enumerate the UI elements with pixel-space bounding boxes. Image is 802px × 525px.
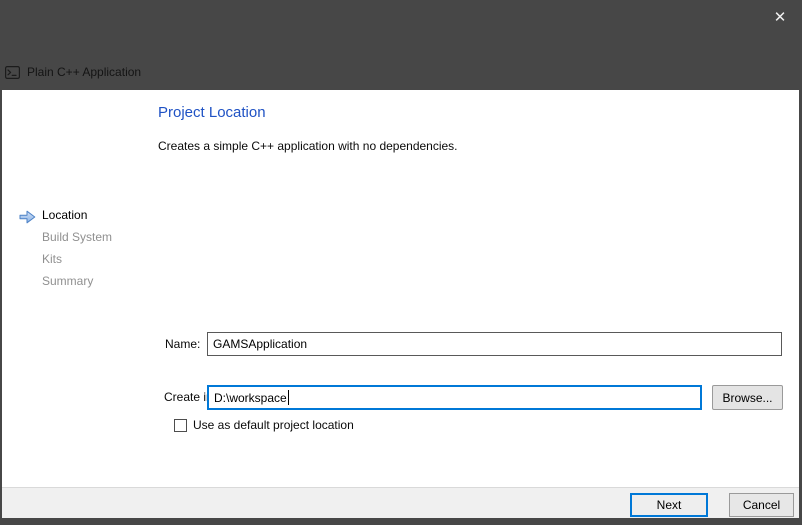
window-border-left <box>0 0 2 525</box>
create-in-input-value: D:\workspace <box>214 391 287 405</box>
default-location-row: Use as default project location <box>174 418 354 432</box>
dialog-button-strip: Next Cancel <box>0 487 802 518</box>
window-footer-bar <box>0 518 802 525</box>
browse-button[interactable]: Browse... <box>712 385 783 410</box>
page-description: Creates a simple C++ application with no… <box>158 139 458 153</box>
name-label: Name: <box>165 337 200 351</box>
wizard-dialog: ✕ Plain C++ Application Location Build S… <box>0 0 802 525</box>
create-in-input[interactable]: D:\workspace <box>207 385 702 410</box>
wizard-title: Plain C++ Application <box>27 65 141 79</box>
wizard-banner: Plain C++ Application <box>5 65 141 79</box>
wizard-header: ✕ Plain C++ Application <box>0 0 802 90</box>
step-summary[interactable]: Summary <box>42 270 112 292</box>
default-location-checkbox[interactable] <box>174 419 187 432</box>
step-location[interactable]: Location <box>42 204 112 226</box>
step-build-system[interactable]: Build System <box>42 226 112 248</box>
step-kits[interactable]: Kits <box>42 248 112 270</box>
default-location-label[interactable]: Use as default project location <box>193 418 354 432</box>
step-list: Location Build System Kits Summary <box>42 204 112 292</box>
terminal-icon <box>5 66 20 79</box>
current-step-arrow-icon <box>19 210 36 224</box>
page-title: Project Location <box>158 104 266 121</box>
next-button[interactable]: Next <box>630 493 708 517</box>
name-input-value: GAMSApplication <box>213 337 307 351</box>
name-input[interactable]: GAMSApplication <box>207 332 782 356</box>
cancel-button[interactable]: Cancel <box>729 493 794 517</box>
close-icon[interactable]: ✕ <box>766 4 794 30</box>
text-caret <box>288 390 289 405</box>
